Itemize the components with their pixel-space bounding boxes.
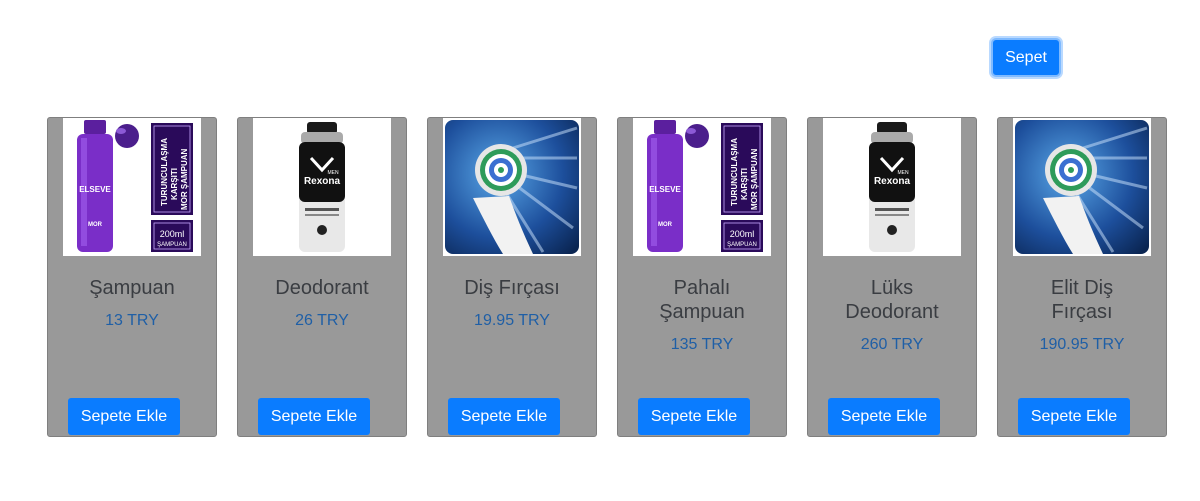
product-name: Lüks Deodorant xyxy=(845,277,939,323)
product-price: 26 TRY xyxy=(295,312,349,329)
svg-text:TURUNCULAŞMA: TURUNCULAŞMA xyxy=(160,138,169,206)
page: Sepet ELSEVE MOR TURUNCULAŞMA KARŞITI MO… xyxy=(0,0,1200,501)
svg-text:KARŞITI: KARŞITI xyxy=(740,168,749,200)
product-image: Rexona MEN xyxy=(823,118,961,256)
add-to-cart-button[interactable]: Sepete Ekle xyxy=(828,398,940,435)
svg-text:MOR ŞAMPUAN: MOR ŞAMPUAN xyxy=(180,148,189,210)
deodorant-image: Rexona MEN xyxy=(823,118,961,256)
product-price: 135 TRY xyxy=(670,336,734,353)
product-name: Şampuan xyxy=(89,277,175,299)
shampoo-image: ELSEVE MOR TURUNCULAŞMA KARŞITI MOR ŞAMP… xyxy=(63,118,201,256)
product-name: Elit Diş Fırçası xyxy=(1050,277,1114,323)
svg-text:TURUNCULAŞMA: TURUNCULAŞMA xyxy=(730,138,739,206)
product-price: 260 TRY xyxy=(860,336,924,353)
svg-text:KARŞITI: KARŞITI xyxy=(170,168,179,200)
product-card: Rexona MEN Lüks Deodorant 260 TRY Sepete… xyxy=(807,117,977,437)
svg-text:200ml: 200ml xyxy=(730,229,755,239)
add-to-cart-button[interactable]: Sepete Ekle xyxy=(448,398,560,435)
product-image: Rexona MEN xyxy=(253,118,391,256)
svg-text:Rexona: Rexona xyxy=(304,176,341,187)
cart-button[interactable]: Sepet xyxy=(991,38,1061,77)
svg-text:ELSEVE: ELSEVE xyxy=(649,185,681,194)
product-info: Elit Diş Fırçası 190.95 TRY xyxy=(998,276,1166,354)
product-info: Diş Fırçası 19.95 TRY xyxy=(428,276,596,330)
product-card: ELSEVE MOR TURUNCULAŞMA KARŞITI MOR ŞAMP… xyxy=(617,117,787,437)
product-name: Diş Fırçası xyxy=(464,277,560,299)
product-price: 13 TRY xyxy=(105,312,159,329)
product-name: Deodorant xyxy=(275,277,369,299)
toothbrush-head-image xyxy=(1013,118,1151,256)
product-info: Şampuan 13 TRY xyxy=(48,276,216,330)
svg-text:ŞAMPUAN: ŞAMPUAN xyxy=(157,242,187,248)
product-image: ELSEVE MOR TURUNCULAŞMA KARŞITI MOR ŞAMP… xyxy=(633,118,771,256)
product-info: Pahalı Şampuan 135 TRY xyxy=(618,276,786,354)
add-to-cart-button[interactable]: Sepete Ekle xyxy=(258,398,370,435)
product-card: Rexona MEN Deodorant 26 TRY Sepete Ekle xyxy=(237,117,407,437)
product-info: Deodorant 26 TRY xyxy=(238,276,406,330)
deodorant-image: Rexona MEN xyxy=(253,118,391,256)
product-image xyxy=(1013,118,1151,256)
product-name: Pahalı Şampuan xyxy=(659,277,745,323)
add-to-cart-button[interactable]: Sepete Ekle xyxy=(68,398,180,435)
product-info: Lüks Deodorant 260 TRY xyxy=(808,276,976,354)
toothbrush-head-image xyxy=(443,118,581,256)
add-to-cart-button[interactable]: Sepete Ekle xyxy=(1018,398,1130,435)
svg-text:MOR ŞAMPUAN: MOR ŞAMPUAN xyxy=(750,148,759,210)
svg-text:MOR: MOR xyxy=(88,222,103,228)
product-price: 190.95 TRY xyxy=(1039,336,1125,353)
svg-text:MOR: MOR xyxy=(658,222,673,228)
svg-text:MEN: MEN xyxy=(897,170,909,176)
svg-text:MEN: MEN xyxy=(327,170,339,176)
svg-text:ŞAMPUAN: ŞAMPUAN xyxy=(727,242,757,248)
product-image: ELSEVE MOR TURUNCULAŞMA KARŞITI MOR ŞAMP… xyxy=(63,118,201,256)
shampoo-image: ELSEVE MOR TURUNCULAŞMA KARŞITI MOR ŞAMP… xyxy=(633,118,771,256)
add-to-cart-button[interactable]: Sepete Ekle xyxy=(638,398,750,435)
svg-text:Rexona: Rexona xyxy=(874,176,911,187)
product-card: ELSEVE MOR TURUNCULAŞMA KARŞITI MOR ŞAMP… xyxy=(47,117,217,437)
product-list: ELSEVE MOR TURUNCULAŞMA KARŞITI MOR ŞAMP… xyxy=(47,117,1167,437)
product-card: Elit Diş Fırçası 190.95 TRY Sepete Ekle xyxy=(997,117,1167,437)
svg-text:ELSEVE: ELSEVE xyxy=(79,185,111,194)
product-price: 19.95 TRY xyxy=(474,312,550,329)
product-image xyxy=(443,118,581,256)
svg-text:200ml: 200ml xyxy=(160,229,185,239)
product-card: Diş Fırçası 19.95 TRY Sepete Ekle xyxy=(427,117,597,437)
